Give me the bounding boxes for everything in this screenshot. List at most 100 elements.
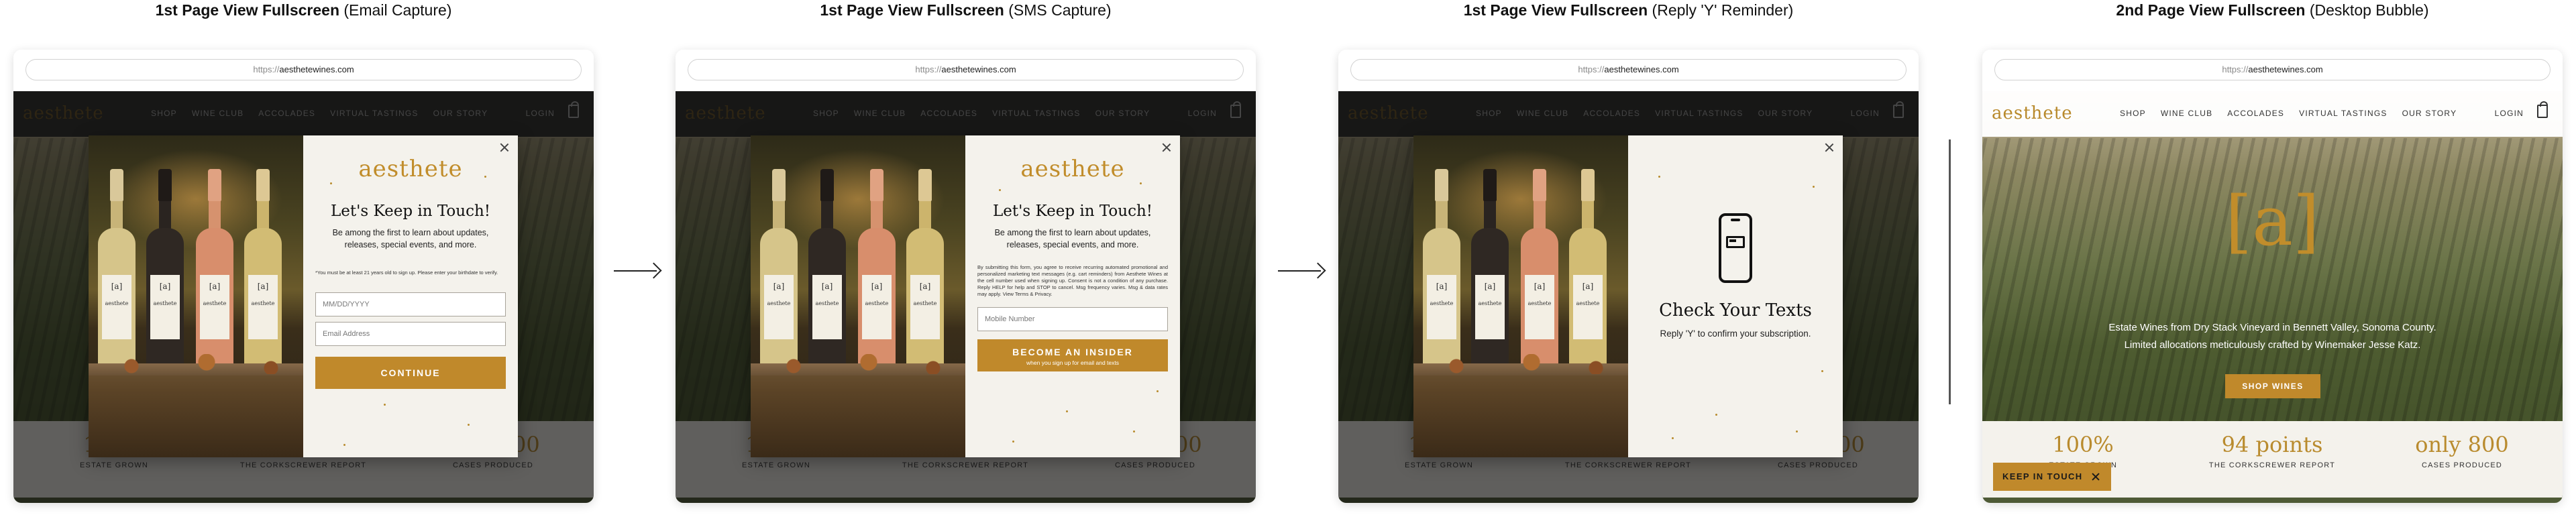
close-icon[interactable] <box>2091 472 2100 481</box>
login-link[interactable]: LOGIN <box>2495 109 2524 118</box>
button-label: CONTINUE <box>380 367 441 378</box>
panel-caption: 1st Page View Fullscreen (SMS Capture) <box>676 0 1256 20</box>
browser-window: https://aesthetewines.com aesthete SHOP … <box>676 50 1256 503</box>
modal-title: Let's Keep in Touch! <box>992 202 1153 220</box>
caption-detail: (Reply 'Y' Reminder) <box>1652 1 1794 19</box>
bottle: [a] aesthete <box>906 169 944 377</box>
nav-shop[interactable]: SHOP <box>2120 109 2146 118</box>
url-host: aesthetewines.com <box>941 64 1016 74</box>
nav-links: SHOP WINE CLUB ACCOLADES VIRTUAL TASTING… <box>2120 109 2457 118</box>
arrow-right-icon <box>614 262 662 280</box>
bottle: [a] aesthete <box>808 169 846 377</box>
birthdate-input[interactable]: MM/DD/YYYY <box>315 292 506 316</box>
bottle: [a] aesthete <box>244 169 282 377</box>
wine-bottles-photo: [a] aesthete [a] aesthete [a] aesthete [a] a… <box>1413 135 1628 457</box>
address-bar[interactable]: https://aesthetewines.com <box>688 59 1244 80</box>
wine-bottles-photo: [a] aesthete [a] aesthete [a] aesthete [a] a… <box>751 135 965 457</box>
modal-subtitle: Reply 'Y' to confirm your subscription. <box>1660 329 1811 339</box>
keep-in-touch-bubble[interactable]: KEEP IN TOUCH <box>1993 463 2111 491</box>
email-form: aesthete Let's Keep in Touch! Be among t… <box>303 135 518 457</box>
address-bar[interactable]: https://aesthetewines.com <box>1994 59 2551 80</box>
caption-bold: 1st Page View Fullscreen <box>1463 1 1648 19</box>
caption-bold: 1st Page View Fullscreen <box>820 1 1004 19</box>
close-icon[interactable] <box>1161 142 1172 153</box>
website: aesthete SHOP WINE CLUB ACCOLADES VIRTUA… <box>676 91 1256 503</box>
browser-chrome: https://aesthetewines.com <box>676 50 1256 91</box>
browser-window: https://aesthetewines.com aesthete SHOP … <box>13 50 594 503</box>
url-host: aesthetewines.com <box>279 64 354 74</box>
caption-detail: (Email Capture) <box>343 1 452 19</box>
hero-tagline: Estate Wines from Dry Stack Vineyard in … <box>2070 319 2475 354</box>
stat-label: THE CORKSCREWER REPORT <box>2208 461 2336 469</box>
sms-capture-modal: [a] aesthete [a] aesthete [a] aesthete [a] a… <box>751 135 1180 457</box>
panel-reply-reminder: 1st Page View Fullscreen (Reply 'Y' Remi… <box>1338 0 1919 521</box>
age-notice: *You must be at least 21 years old to si… <box>315 270 498 276</box>
url-host: aesthetewines.com <box>1604 64 1679 74</box>
close-icon[interactable] <box>499 142 510 153</box>
website: aesthete SHOP WINE CLUB ACCOLADES VIRTUA… <box>13 91 594 503</box>
url-protocol: https:// <box>253 64 280 74</box>
modal-logo: aesthete <box>1020 156 1125 182</box>
panel-desktop-bubble: 2nd Page View Fullscreen (Desktop Bubble… <box>1982 0 2563 521</box>
modal-title: Let's Keep in Touch! <box>330 202 491 220</box>
button-note: when you sign up for email and texts <box>1026 359 1119 366</box>
email-input[interactable]: Email Address <box>315 322 506 346</box>
section-divider <box>1949 139 1951 404</box>
nav-accolades[interactable]: ACCOLADES <box>2227 109 2284 118</box>
panel-sms-capture: 1st Page View Fullscreen (SMS Capture) h… <box>676 0 1256 521</box>
browser-window: https://aesthetewines.com aesthete SHOP … <box>1982 50 2563 503</box>
caption-bold: 1st Page View Fullscreen <box>155 1 339 19</box>
modal-subtitle: Be among the first to learn about update… <box>994 228 1151 249</box>
email-capture-modal: [a] aesthete [a] aesthete [a] aesthete [a] a… <box>89 135 518 457</box>
site-logo[interactable]: aesthete <box>1992 103 2073 123</box>
mobile-number-input[interactable]: Mobile Number <box>977 307 1168 331</box>
website: aesthete SHOP WINE CLUB ACCOLADES VIRTUA… <box>1982 91 2563 503</box>
address-bar[interactable]: https://aesthetewines.com <box>1350 59 1907 80</box>
url-protocol: https:// <box>1578 64 1605 74</box>
button-label: BECOME AN INSIDER <box>1012 347 1133 357</box>
bubble-label: KEEP IN TOUCH <box>2002 471 2083 481</box>
website: aesthete SHOP WINE CLUB ACCOLADES VIRTUA… <box>1338 91 1919 503</box>
become-insider-button[interactable]: BECOME AN INSIDER when you sign up for em… <box>977 339 1168 371</box>
bottle: [a] aesthete <box>858 169 896 377</box>
stat-number: only 800 <box>2415 432 2509 457</box>
modal-title: Check Your Texts <box>1659 300 1812 321</box>
continue-button[interactable]: CONTINUE <box>315 357 506 389</box>
arrow-right-icon <box>1278 262 1326 280</box>
bottle: [a] aesthete <box>146 169 184 377</box>
bottle: [a] aesthete <box>1521 169 1558 377</box>
caption-detail: (Desktop Bubble) <box>2309 1 2429 19</box>
nav-wine-club[interactable]: WINE CLUB <box>2161 109 2212 118</box>
url-host: aesthetewines.com <box>2248 64 2323 74</box>
nav-our-story[interactable]: OUR STORY <box>2402 109 2457 118</box>
panel-caption: 1st Page View Fullscreen (Email Capture) <box>13 0 594 20</box>
shopping-bag-icon[interactable] <box>2537 101 2548 118</box>
browser-chrome: https://aesthetewines.com <box>1982 50 2563 91</box>
reply-reminder-modal: [a] aesthete [a] aesthete [a] aesthete [a] a… <box>1413 135 1843 457</box>
hero-line-1: Estate Wines from Dry Stack Vineyard in … <box>2108 322 2436 333</box>
bottle: [a] aesthete <box>760 169 798 377</box>
panel-email-capture: 1st Page View Fullscreen (Email Capture)… <box>13 0 594 521</box>
wine-bottles-photo: [a] aesthete [a] aesthete [a] aesthete [a] a… <box>89 135 303 457</box>
bottle: [a] aesthete <box>1569 169 1607 377</box>
browser-window: https://aesthetewines.com aesthete SHOP … <box>1338 50 1919 503</box>
shop-wines-button[interactable]: SHOP WINES <box>2225 374 2320 398</box>
stat-points: 94 points THE CORKSCREWER REPORT <box>2192 432 2353 469</box>
stat-label: CASES PRODUCED <box>2421 461 2503 469</box>
site-nav: aesthete SHOP WINE CLUB ACCOLADES VIRTUA… <box>1982 91 2563 137</box>
stat-cases: only 800 CASES PRODUCED <box>2381 432 2542 469</box>
caption-detail: (SMS Capture) <box>1008 1 1112 19</box>
close-icon[interactable] <box>1824 142 1835 153</box>
nav-virtual-tastings[interactable]: VIRTUAL TASTINGS <box>2299 109 2387 118</box>
bottle: [a] aesthete <box>1471 169 1509 377</box>
url-protocol: https:// <box>915 64 942 74</box>
bottle: [a] aesthete <box>1423 169 1460 377</box>
bottle: [a] aesthete <box>196 169 233 377</box>
address-bar[interactable]: https://aesthetewines.com <box>25 59 582 80</box>
panel-caption: 2nd Page View Fullscreen (Desktop Bubble… <box>1982 0 2563 20</box>
browser-chrome: https://aesthetewines.com <box>1338 50 1919 91</box>
sms-consent-text: By submitting this form, you agree to re… <box>977 264 1168 297</box>
stat-number: 100% <box>2052 432 2114 457</box>
url-protocol: https:// <box>2222 64 2249 74</box>
stat-number: 94 points <box>2221 432 2323 457</box>
